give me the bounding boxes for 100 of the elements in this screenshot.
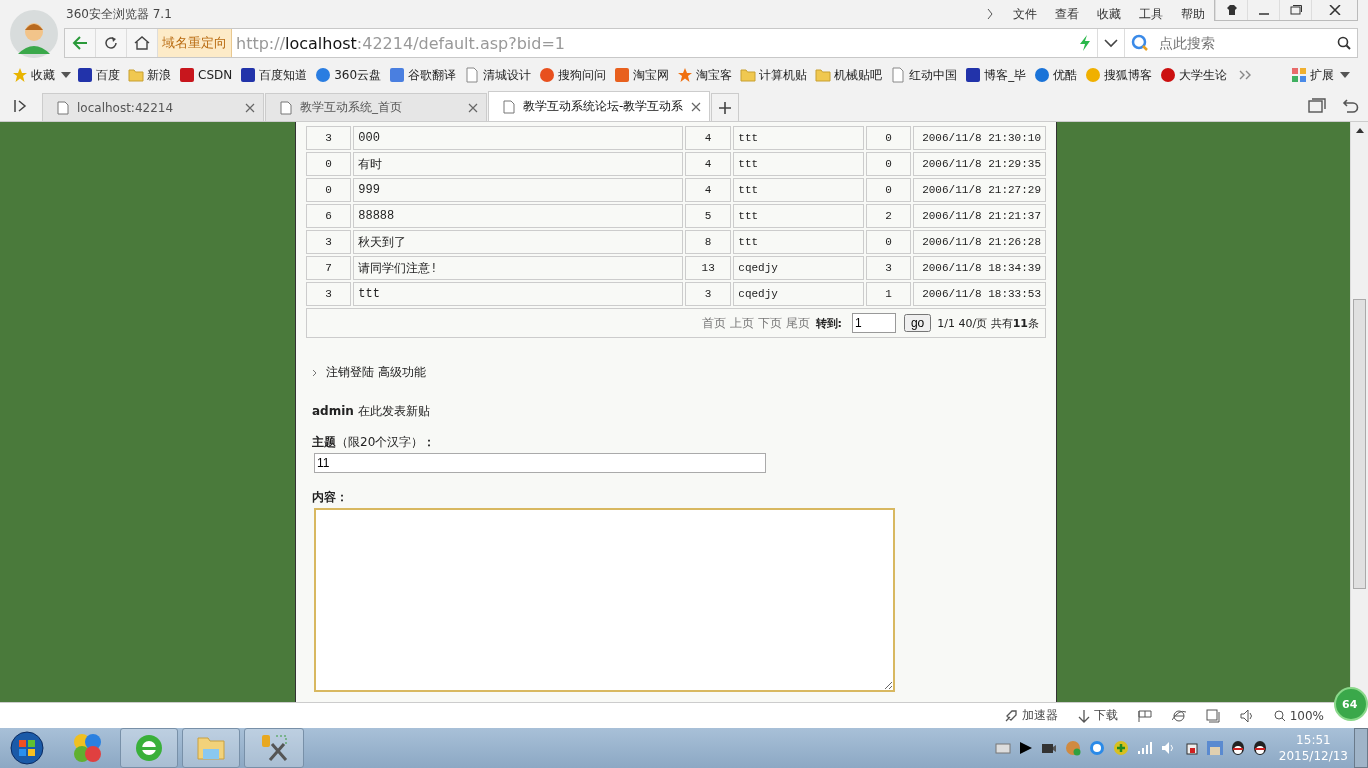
- table-cell: ttt: [733, 152, 864, 176]
- home-button[interactable]: [127, 29, 158, 57]
- bookmark-item[interactable]: 博客_毕: [965, 66, 1027, 84]
- bookmark-item[interactable]: 机械贴吧: [815, 66, 883, 84]
- arrow-left-icon: [72, 36, 88, 50]
- table-cell: 请同学们注意!: [353, 256, 684, 280]
- scrollbar-thumb[interactable]: [1353, 299, 1366, 589]
- menu-item[interactable]: 查看: [1055, 5, 1079, 23]
- table-cell: 3: [685, 282, 732, 306]
- page-input[interactable]: 1: [851, 313, 896, 333]
- chevron-icon[interactable]: [986, 8, 994, 20]
- table-cell: 4: [685, 126, 732, 150]
- logo-icon: [1085, 67, 1102, 83]
- url-field[interactable]: http://localhost:42214/default.asp?bid=1: [236, 33, 566, 53]
- pagination-link[interactable]: 尾页: [785, 316, 810, 330]
- bookmark-item[interactable]: 百度知道: [240, 66, 308, 84]
- dropdown-icon[interactable]: [1097, 29, 1125, 57]
- scroll-up-icon[interactable]: [1355, 128, 1364, 133]
- browser-icon[interactable]: [120, 728, 178, 768]
- table-cell: 000: [353, 126, 684, 150]
- bookmark-item[interactable]: 搜狐博客: [1085, 66, 1153, 84]
- bookmark-item[interactable]: 计算机贴: [740, 66, 808, 84]
- bookmark-item[interactable]: 淘宝网: [614, 66, 670, 84]
- new-tab-button[interactable]: [711, 93, 739, 121]
- close-icon[interactable]: [245, 102, 255, 113]
- back-button[interactable]: [65, 29, 96, 57]
- caret-icon[interactable]: [61, 72, 71, 78]
- table-cell: ttt: [733, 126, 864, 150]
- browser-tab[interactable]: 教学互动系统_首页: [265, 93, 487, 121]
- bookmark-item[interactable]: 谷歌翻译: [389, 66, 457, 84]
- camera-icon[interactable]: [1040, 741, 1057, 755]
- tools-icon[interactable]: [244, 728, 304, 768]
- menu-item[interactable]: 工具: [1139, 5, 1163, 23]
- bookmark-item[interactable]: 优酷: [1034, 66, 1078, 84]
- plus-icon[interactable]: [1112, 740, 1129, 756]
- page-icon: [890, 67, 907, 83]
- caret-icon[interactable]: [1340, 72, 1350, 78]
- subject-field[interactable]: 11: [314, 453, 766, 473]
- table-cell: 0: [866, 230, 912, 254]
- table-cell: 0: [866, 152, 912, 176]
- window-icon[interactable]: [1205, 708, 1220, 723]
- table-cell: 2006/11/8 18:33:53: [913, 282, 1046, 306]
- bookmark-item[interactable]: 淘宝客: [677, 66, 733, 84]
- bookmark-item[interactable]: 新浪: [128, 66, 171, 84]
- thumbnail-icon[interactable]: [1206, 741, 1223, 755]
- menu-item[interactable]: 帮助: [1181, 5, 1205, 23]
- close-icon[interactable]: [691, 101, 701, 112]
- penguin-icon[interactable]: [1230, 740, 1245, 756]
- refresh-button[interactable]: [96, 29, 127, 57]
- restore-icon: [1289, 5, 1302, 15]
- table-cell: 2006/11/8 21:29:35: [913, 152, 1046, 176]
- pagination-link[interactable]: 首页: [701, 316, 726, 330]
- table-cell: 88888: [353, 204, 684, 228]
- go-button[interactable]: go: [903, 314, 932, 332]
- table-cell: 0: [866, 126, 912, 150]
- volume-icon[interactable]: [1239, 708, 1254, 723]
- menu-item[interactable]: 文件: [1013, 5, 1037, 23]
- table-cell: 0: [306, 152, 352, 176]
- table-cell: 2006/11/8 21:21:37: [913, 204, 1046, 228]
- table-cell: ttt: [733, 230, 864, 254]
- magnifier-icon: [1273, 709, 1286, 722]
- text-link[interactable]: 注销登陆: [326, 364, 374, 381]
- content-field[interactable]: [314, 508, 895, 692]
- star-icon: [677, 67, 694, 83]
- bookmark-item[interactable]: 清城设计: [464, 66, 532, 84]
- ie-icon[interactable]: [1171, 708, 1186, 723]
- table-cell: 有时: [353, 152, 684, 176]
- bookmark-item[interactable]: 搜狗问问: [539, 66, 607, 84]
- page-icon: [464, 67, 481, 83]
- redirect-tag: 域名重定向: [158, 29, 232, 57]
- browser-tab[interactable]: localhost:42214: [42, 93, 264, 121]
- page-icon: [280, 100, 292, 115]
- browser-tab[interactable]: 教学互动系统论坛-教学互动系: [488, 91, 710, 121]
- bookmark-item[interactable]: CSDN: [179, 67, 233, 83]
- flag-icon[interactable]: [1137, 709, 1152, 722]
- bookmark-item[interactable]: 百度: [77, 66, 120, 84]
- start-button[interactable]: [10, 731, 44, 765]
- table-cell: 7: [306, 256, 352, 280]
- extensions-button[interactable]: 扩展: [1291, 66, 1334, 84]
- arrow-down-icon: [1077, 708, 1090, 723]
- pagination-link[interactable]: 上页: [729, 316, 754, 330]
- bookmark-item[interactable]: 收藏: [12, 66, 55, 84]
- bookmark-item[interactable]: 大学生论: [1160, 66, 1228, 84]
- table-cell: 5: [685, 204, 732, 228]
- table-cell: 0: [306, 178, 352, 202]
- page-icon: [503, 99, 515, 114]
- bookmark-item[interactable]: 360云盘: [315, 66, 382, 84]
- penguin-icon[interactable]: [1252, 740, 1267, 756]
- table-cell: ttt: [733, 178, 864, 202]
- download-button[interactable]: 下载: [1077, 707, 1118, 724]
- subject-label: 主题（限20个汉字）：: [312, 434, 437, 451]
- user-avatar[interactable]: [10, 10, 58, 58]
- pagination-link[interactable]: 下页: [757, 316, 782, 330]
- zoom-button[interactable]: 100%: [1273, 708, 1324, 723]
- accelerator-button[interactable]: 加速器: [1003, 707, 1058, 724]
- table-cell: 2006/11/8 21:27:29: [913, 178, 1046, 202]
- menu-item[interactable]: 收藏: [1097, 5, 1121, 23]
- close-icon[interactable]: [468, 102, 478, 113]
- bookmark-item[interactable]: 红动中国: [890, 66, 958, 84]
- text-link[interactable]: 高级功能: [378, 364, 426, 381]
